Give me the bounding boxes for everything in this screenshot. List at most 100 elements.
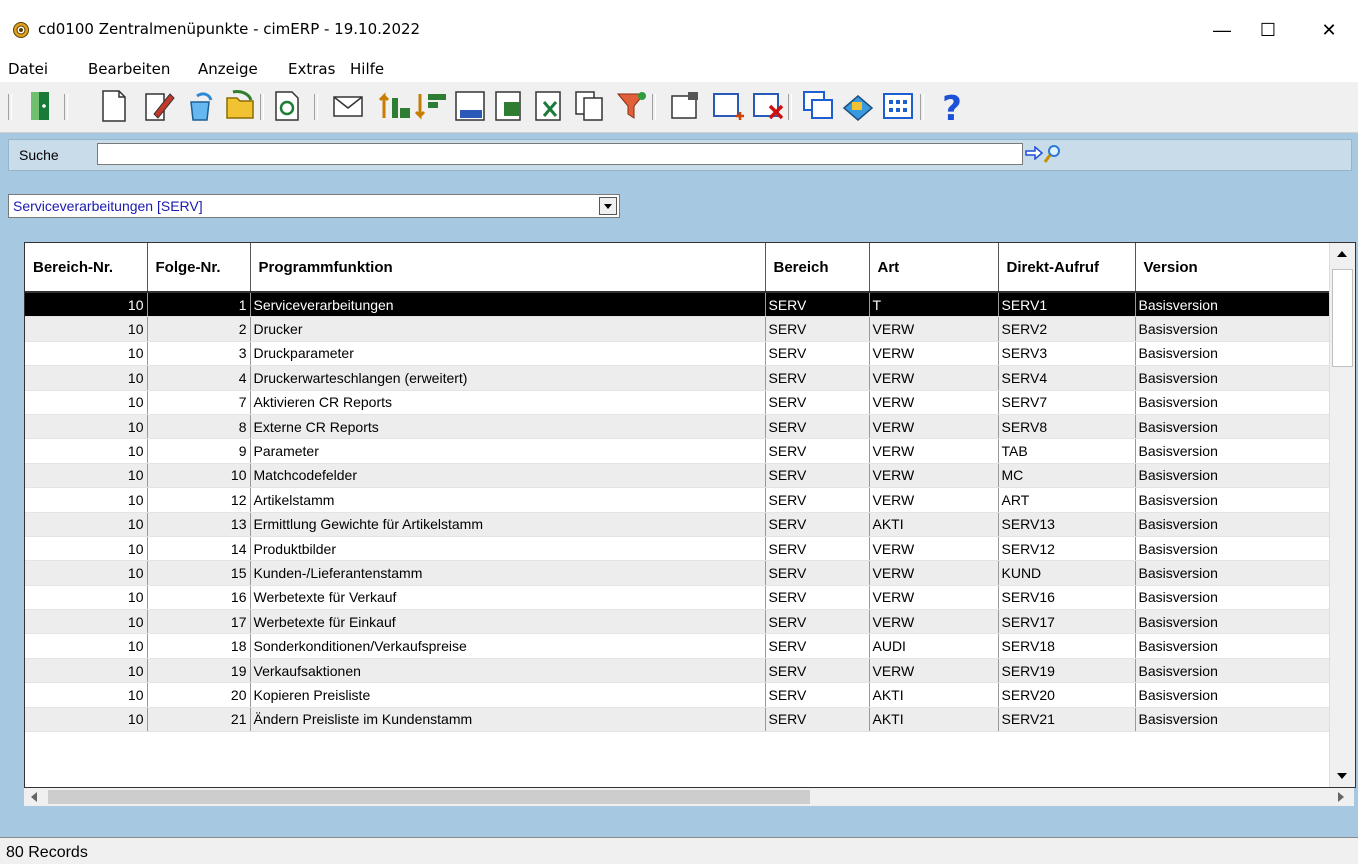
sort-ascending-icon[interactable] (378, 88, 414, 124)
table-cell-art[interactable]: VERW (869, 609, 999, 635)
table-cell-version[interactable]: Basisversion (1135, 536, 1330, 562)
menu-hilfe[interactable]: Hilfe (350, 60, 384, 78)
table-cell-bereich-nr[interactable]: 10 (25, 438, 148, 464)
menu-datei[interactable]: Datei (8, 60, 48, 78)
tools-icon[interactable] (840, 88, 876, 124)
table-cell-folge-nr[interactable]: 20 (147, 682, 251, 708)
vertical-scroll-thumb[interactable] (1332, 269, 1353, 367)
table-row[interactable]: 10 17 Werbetexte für Einkauf SERV VERW SERV17… (25, 609, 1330, 635)
table-cell-art[interactable]: VERW (869, 560, 999, 586)
table-row[interactable]: 10 13 Ermittlung Gewichte für Artikelstamm… (25, 512, 1330, 537)
table-cell-programmfunktion[interactable]: Drucker (250, 316, 766, 342)
excel-export-icon[interactable] (532, 88, 568, 124)
table-cell-bereich[interactable]: SERV (765, 341, 870, 367)
table-row[interactable]: 10 20 Kopieren Preisliste SERV AKTI SERV20 Bas… (25, 682, 1330, 708)
table-cell-bereich-nr[interactable]: 10 (25, 390, 148, 415)
column-header-programmfunktion[interactable]: Programmfunktion (250, 243, 766, 293)
copy-record-icon[interactable] (183, 88, 219, 124)
minimize-button[interactable]: — (1199, 12, 1245, 48)
table-cell-bereich-nr[interactable]: 10 (25, 536, 148, 562)
table-cell-programmfunktion[interactable]: Druckparameter (250, 341, 766, 367)
table-cell-folge-nr[interactable]: 14 (147, 536, 251, 562)
close-button[interactable]: ✕ (1306, 12, 1352, 48)
table-cell-version[interactable]: Basisversion (1135, 463, 1330, 489)
column-header-art[interactable]: Art (869, 243, 999, 293)
table-cell-bereich[interactable]: SERV (765, 609, 870, 635)
table-cell-art[interactable]: VERW (869, 390, 999, 415)
table-cell-programmfunktion[interactable]: Verkaufsaktionen (250, 658, 766, 684)
table-cell-version[interactable]: Basisversion (1135, 438, 1330, 464)
table-cell-art[interactable]: VERW (869, 585, 999, 611)
arrow-right-icon[interactable] (1025, 146, 1043, 160)
table-cell-version[interactable]: Basisversion (1135, 682, 1330, 708)
table-cell-folge-nr[interactable]: 13 (147, 512, 251, 537)
table-cell-bereich-nr[interactable]: 10 (25, 487, 148, 513)
menu-anzeige[interactable]: Anzeige (198, 60, 258, 78)
exit-icon[interactable] (22, 88, 58, 124)
table-cell-direkt-aufruf[interactable]: MC (998, 463, 1136, 489)
table-cell-bereich[interactable]: SERV (765, 365, 870, 391)
table-row[interactable]: 10 19 Verkaufsaktionen SERV VERW SERV19 Basisv… (25, 658, 1330, 684)
table-cell-bereich[interactable]: SERV (765, 560, 870, 586)
table-cell-bereich-nr[interactable]: 10 (25, 682, 148, 708)
table-cell-version[interactable]: Basisversion (1135, 292, 1330, 318)
table-cell-folge-nr[interactable]: 2 (147, 316, 251, 342)
table-cell-bereich-nr[interactable]: 10 (25, 414, 148, 440)
table-cell-folge-nr[interactable]: 1 (147, 292, 251, 318)
table-cell-bereich-nr[interactable]: 10 (25, 609, 148, 635)
table-cell-art[interactable]: VERW (869, 316, 999, 342)
filter-icon[interactable] (614, 88, 650, 124)
table-cell-version[interactable]: Basisversion (1135, 585, 1330, 611)
table-cell-version[interactable]: Basisversion (1135, 633, 1330, 659)
table-cell-direkt-aufruf[interactable]: SERV3 (998, 341, 1136, 367)
table-cell-version[interactable]: Basisversion (1135, 414, 1330, 440)
table-cell-programmfunktion[interactable]: Artikelstamm (250, 487, 766, 513)
table-cell-folge-nr[interactable]: 9 (147, 438, 251, 464)
windows-icon[interactable] (800, 88, 836, 124)
table-row[interactable]: 10 7 Aktivieren CR Reports SERV VERW SERV7 Bas… (25, 390, 1330, 415)
grid-view-icon[interactable] (880, 88, 916, 124)
table-row[interactable]: 10 21 Ändern Preisliste im Kundenstamm SERV… (25, 707, 1330, 733)
table-cell-art[interactable]: AKTI (869, 707, 999, 733)
table-cell-bereich-nr[interactable]: 10 (25, 633, 148, 659)
table-cell-bereich-nr[interactable]: 10 (25, 463, 148, 489)
table-cell-art[interactable]: VERW (869, 414, 999, 440)
column-header-bereich-nr[interactable]: Bereich-Nr. (25, 243, 148, 293)
table-cell-version[interactable]: Basisversion (1135, 341, 1330, 367)
table-cell-art[interactable]: VERW (869, 463, 999, 489)
table-row[interactable]: 10 18 Sonderkonditionen/Verkaufspreise SERV… (25, 633, 1330, 659)
table-row[interactable]: 10 1 Serviceverarbeitungen SERV T SERV1 Basisv… (25, 292, 1330, 318)
table-cell-folge-nr[interactable]: 8 (147, 414, 251, 440)
table-cell-programmfunktion[interactable]: Kunden-/Lieferantenstamm (250, 560, 766, 586)
table-cell-folge-nr[interactable]: 7 (147, 390, 251, 415)
table-cell-art[interactable]: T (869, 292, 999, 318)
table-cell-bereich-nr[interactable]: 10 (25, 560, 148, 586)
properties-icon[interactable] (668, 88, 704, 124)
table-cell-programmfunktion[interactable]: Werbetexte für Verkauf (250, 585, 766, 611)
table-cell-art[interactable]: VERW (869, 487, 999, 513)
table-cell-direkt-aufruf[interactable]: SERV16 (998, 585, 1136, 611)
table-cell-programmfunktion[interactable]: Sonderkonditionen/Verkaufspreise (250, 633, 766, 659)
table-cell-version[interactable]: Basisversion (1135, 316, 1330, 342)
table-cell-bereich-nr[interactable]: 10 (25, 365, 148, 391)
table-cell-art[interactable]: AKTI (869, 682, 999, 708)
select-area-icon[interactable] (710, 88, 746, 124)
table-row[interactable]: 10 10 Matchcodefelder SERV VERW MC Basisversio… (25, 463, 1330, 489)
scroll-left-icon[interactable] (31, 792, 37, 802)
table-cell-programmfunktion[interactable]: Aktivieren CR Reports (250, 390, 766, 415)
scroll-down-icon[interactable] (1337, 773, 1347, 779)
table-cell-bereich-nr[interactable]: 10 (25, 707, 148, 733)
column-header-folge-nr[interactable]: Folge-Nr. (147, 243, 251, 293)
menu-bearbeiten[interactable]: Bearbeiten (88, 60, 170, 78)
table-cell-folge-nr[interactable]: 3 (147, 341, 251, 367)
menu-extras[interactable]: Extras (288, 60, 335, 78)
table-cell-bereich-nr[interactable]: 10 (25, 512, 148, 537)
magnifier-icon[interactable] (1043, 144, 1061, 164)
table-cell-folge-nr[interactable]: 10 (147, 463, 251, 489)
table-cell-art[interactable]: VERW (869, 658, 999, 684)
table-cell-bereich[interactable]: SERV (765, 536, 870, 562)
table-row[interactable]: 10 16 Werbetexte für Verkauf SERV VERW SERV16… (25, 585, 1330, 611)
table-cell-bereich[interactable]: SERV (765, 633, 870, 659)
table-cell-direkt-aufruf[interactable]: SERV18 (998, 633, 1136, 659)
help-icon[interactable]: ? (934, 88, 970, 129)
